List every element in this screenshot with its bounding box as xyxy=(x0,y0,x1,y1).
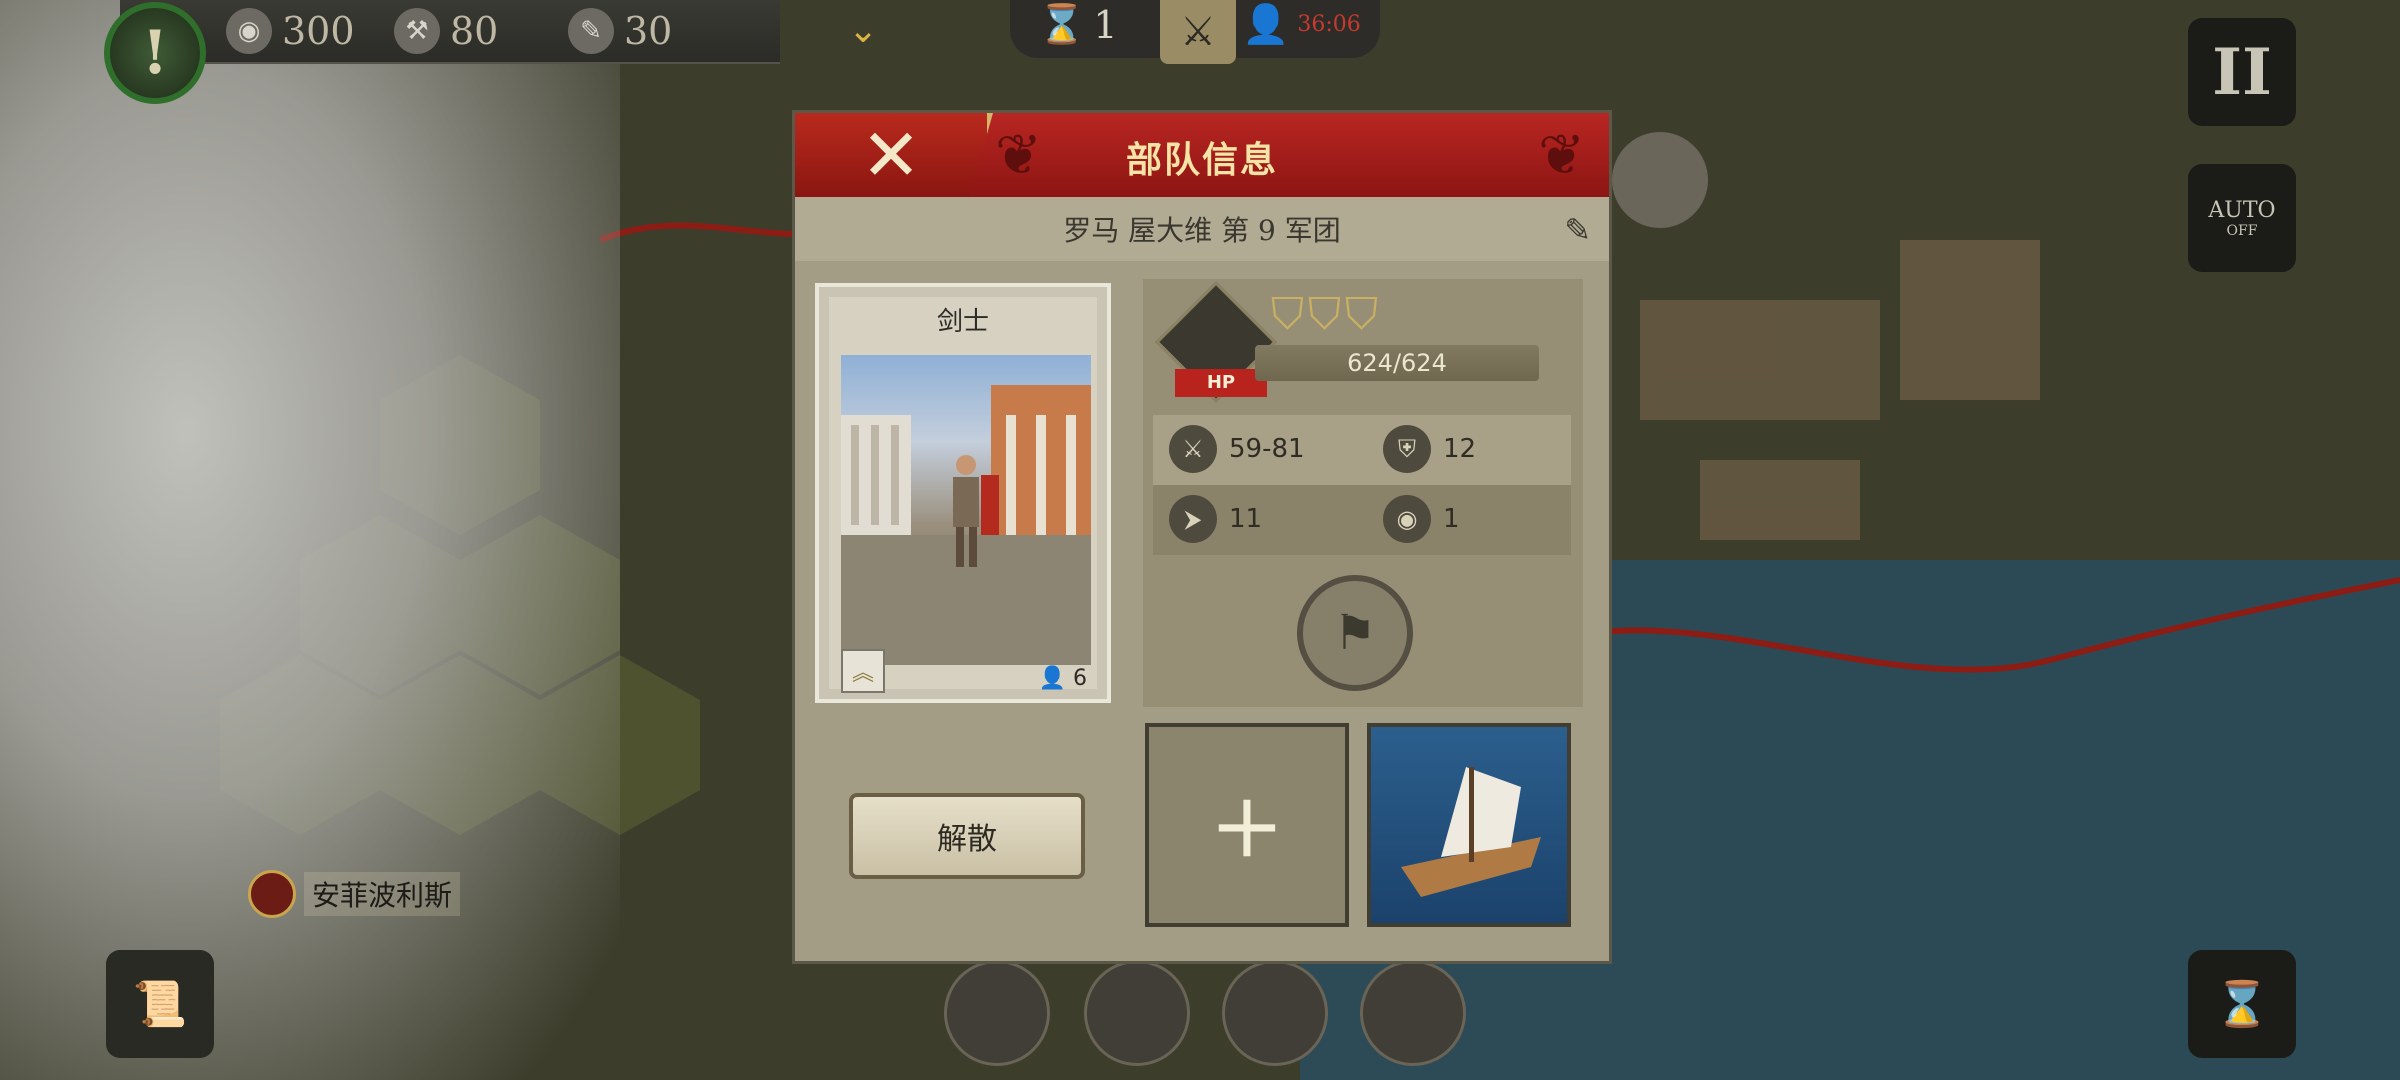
hammer-icon: ⚒ xyxy=(394,8,440,54)
legion-name: 罗马 屋大维 第 9 军团 xyxy=(1063,214,1341,247)
stat-row-2: ⮞ 11 ◉ 1 xyxy=(1153,485,1571,555)
helmet-icon: ⛉ xyxy=(1271,289,1304,340)
bottom-menu-button-4[interactable] xyxy=(1360,960,1466,1066)
person-icon: 👤 xyxy=(1038,666,1066,691)
scroll-icon: ✎ xyxy=(568,8,614,54)
resource-scroll: ✎ 30 xyxy=(568,6,672,56)
turn-value: 1 xyxy=(1093,2,1118,47)
resource-bar: ◉ 300 ⚒ 80 ✎ 30 ⌄ xyxy=(120,0,878,64)
add-siege-slot[interactable]: + xyxy=(1145,723,1349,927)
auto-button[interactable]: AUTO OFF xyxy=(2188,164,2296,272)
unit-count-value: 6 xyxy=(1073,666,1087,691)
end-turn-button[interactable]: ⌛ xyxy=(2188,950,2296,1058)
vision-stat: ◉ 1 xyxy=(1383,495,1460,543)
legion-row: 罗马 屋大维 第 9 军团 ✎ xyxy=(795,197,1609,261)
attack-icon: ⚔ xyxy=(1169,425,1217,473)
resource-gold-value: 300 xyxy=(282,9,355,53)
turn-counter: ⌛ 1 xyxy=(1038,2,1118,47)
shield-coin-icon: ◉ xyxy=(226,8,272,54)
pause-icon: II xyxy=(2212,34,2272,110)
alert-button[interactable]: ! xyxy=(104,2,206,104)
attack-stat: ⚔ 59-81 xyxy=(1169,425,1305,473)
resource-gold: ◉ 300 xyxy=(226,6,355,56)
city-label[interactable]: 安菲波利斯 xyxy=(248,870,461,918)
transport-ship-slot[interactable] xyxy=(1367,723,1571,927)
crossed-swords-icon: ⚔ xyxy=(1180,9,1216,55)
auto-label: AUTO xyxy=(2208,197,2276,223)
scroll-menu-button[interactable]: 📜 xyxy=(106,950,214,1058)
formation-icon[interactable]: ⚑ xyxy=(1297,575,1413,691)
disband-button[interactable]: 解散 xyxy=(849,793,1085,879)
rank-helmets: ⛉ ⛉ ⛉ xyxy=(1271,289,1378,340)
city-name: 安菲波利斯 xyxy=(304,872,461,916)
helmet-icon: ⛉ xyxy=(1345,289,1378,340)
bottom-menu-button-1[interactable] xyxy=(944,960,1050,1066)
city-icon xyxy=(248,870,296,918)
helmet-icon: ⛉ xyxy=(1308,289,1341,340)
stat-row-1: ⚔ 59-81 ⛨ 12 xyxy=(1153,415,1571,485)
hourglass-icon: ⌛ xyxy=(1038,2,1086,46)
laurel-right-icon: ❦ xyxy=(1538,123,1585,188)
hp-badge: HP xyxy=(1175,369,1267,397)
scroll-icon: 📜 xyxy=(132,979,188,1030)
stats-panel: HP ⛉ ⛉ ⛉ 624/624 ⚔ 59-81 ⛨ 12 ⮞ 11 ◉ 1 ⚑ xyxy=(1143,279,1583,707)
unit-info-dialog: ✕ ❦ 部队信息 ❦ 罗马 屋大维 第 9 军团 ✎ 剑士 ︽ 👤 6 解散 H… xyxy=(792,110,1612,964)
resource-industry: ⚒ 80 xyxy=(394,6,498,56)
plus-icon: + xyxy=(1209,772,1285,878)
rank-chevron-icon: ︽ xyxy=(841,649,885,693)
resource-industry-value: 80 xyxy=(450,9,499,53)
attack-value: 59-81 xyxy=(1229,434,1305,464)
resource-scroll-value: 30 xyxy=(624,9,673,53)
timer-text: 36:06 xyxy=(1297,12,1361,37)
unit-count: 👤 6 xyxy=(1039,666,1087,691)
eye-icon: ◉ xyxy=(1383,495,1431,543)
dialog-title: 部队信息 xyxy=(1125,139,1278,181)
boot-icon: ⮞ xyxy=(1169,495,1217,543)
ship-icon xyxy=(1401,767,1541,897)
commander-info[interactable]: 👤 36:06 xyxy=(1242,2,1361,47)
fog-of-war xyxy=(0,0,620,1080)
vision-value: 1 xyxy=(1443,504,1460,534)
dialog-header: ✕ ❦ 部队信息 ❦ xyxy=(795,113,1609,201)
unit-card[interactable]: 剑士 ︽ 👤 6 xyxy=(815,283,1111,703)
armor-icon: ⛨ xyxy=(1383,425,1431,473)
pencil-icon[interactable]: ✎ xyxy=(1564,211,1591,249)
defense-value: 12 xyxy=(1443,434,1477,464)
exclamation-icon: ! xyxy=(141,18,169,88)
movement-value: 11 xyxy=(1229,504,1263,534)
defense-stat: ⛨ 12 xyxy=(1383,425,1476,473)
pause-button[interactable]: II xyxy=(2188,18,2296,126)
bottom-menu-button-3[interactable] xyxy=(1222,960,1328,1066)
movement-stat: ⮞ 11 xyxy=(1169,495,1262,543)
hourglass-icon: ⌛ xyxy=(2214,979,2270,1030)
auto-state: OFF xyxy=(2226,222,2258,239)
person-icon: 👤 xyxy=(1242,2,1290,46)
hp-bar: 624/624 xyxy=(1255,345,1539,381)
battle-button[interactable]: ⚔ xyxy=(1160,0,1236,64)
unit-name: 剑士 xyxy=(936,307,989,337)
bottom-menu-button-2[interactable] xyxy=(1084,960,1190,1066)
unit-portrait xyxy=(841,355,1091,665)
chevron-down-icon[interactable]: ⌄ xyxy=(848,10,878,51)
unit-portrait-art xyxy=(841,385,1091,665)
